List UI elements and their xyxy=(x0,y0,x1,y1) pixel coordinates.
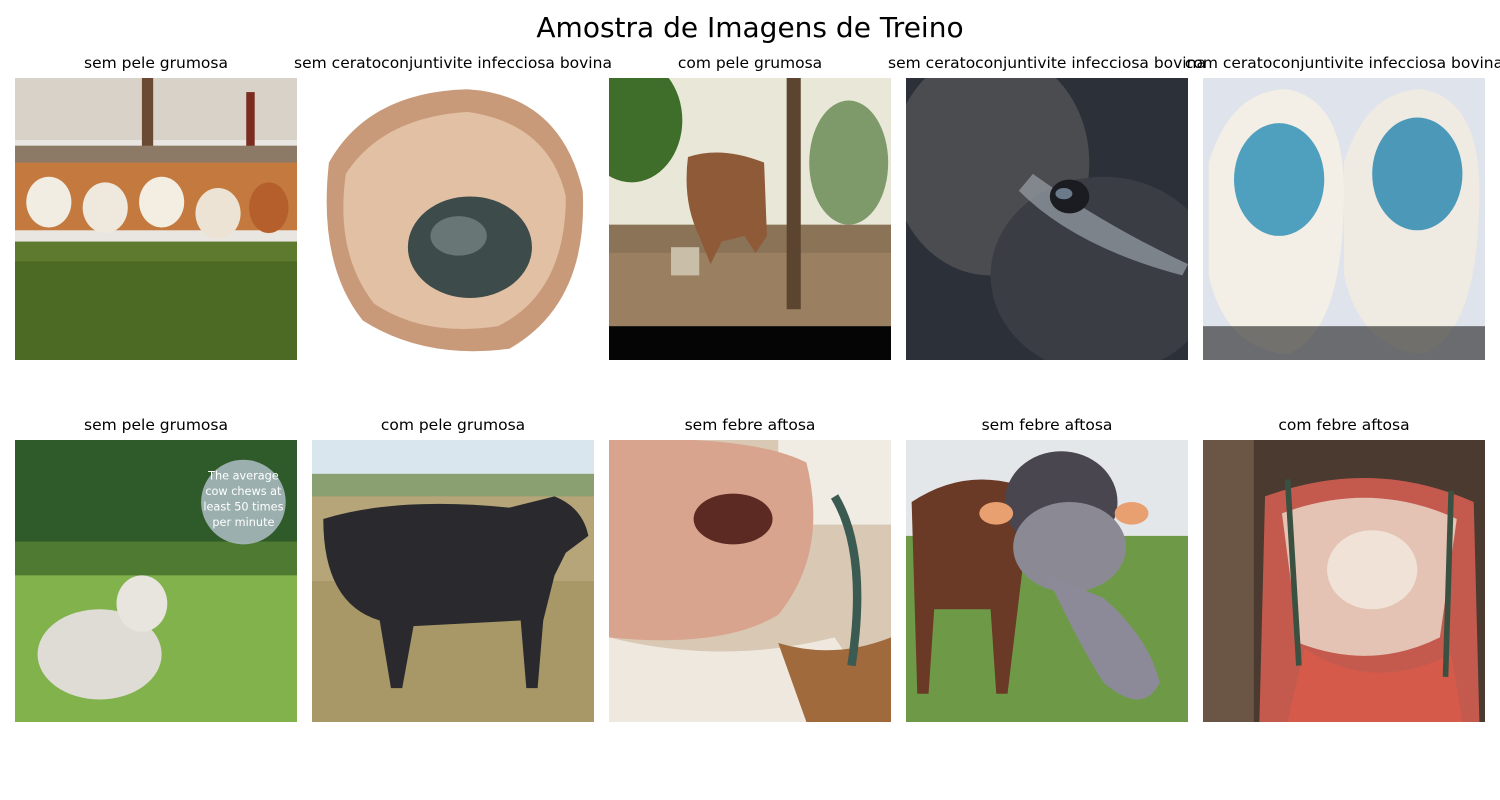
panel-6: sem pele grumosa The average cow chews a… xyxy=(15,416,297,722)
panel-9: sem febre aftosa xyxy=(906,416,1188,722)
photo-cow-eye-close-up xyxy=(906,78,1188,360)
panel-title: com ceratoconjuntivite infecciosa bovina xyxy=(1184,54,1500,72)
photo-cows-feeding xyxy=(15,78,297,360)
overlay-line: cow chews at xyxy=(205,485,282,498)
panel-title: com febre aftosa xyxy=(1278,416,1410,434)
photo-eyeball xyxy=(312,78,594,360)
overlay-line: per minute xyxy=(212,516,274,529)
figure-title: Amostra de Imagens de Treino xyxy=(536,11,964,44)
panel-8: sem febre aftosa xyxy=(609,416,891,722)
panel-5: com ceratoconjuntivite infecciosa bovina xyxy=(1185,54,1500,360)
photo-two-blue-eyeballs xyxy=(1203,78,1485,360)
photo-white-cow-lying: The average cow chews at least 50 times … xyxy=(15,440,297,722)
photo-cow-tongue xyxy=(906,440,1188,722)
photo-cow-mouth-lesions xyxy=(1203,440,1485,722)
panel-2: sem ceratoconjuntivite infecciosa bovina xyxy=(294,54,612,360)
panel-10: com febre aftosa xyxy=(1203,416,1485,722)
panel-3: com pele grumosa xyxy=(609,54,891,360)
panel-7: com pele grumosa xyxy=(312,416,594,722)
panel-4: sem ceratoconjuntivite infecciosa bovina xyxy=(888,54,1206,360)
photo-brown-cow-under-tree xyxy=(609,78,891,360)
overlay-line: The average xyxy=(207,469,279,482)
panel-1: sem pele grumosa xyxy=(15,54,297,360)
figure: Amostra de Imagens de Treino sem pele gr… xyxy=(0,0,1500,800)
photo-cow-nose xyxy=(609,440,891,722)
overlay-line: least 50 times xyxy=(203,501,283,514)
photo-black-cow-field xyxy=(312,440,594,722)
